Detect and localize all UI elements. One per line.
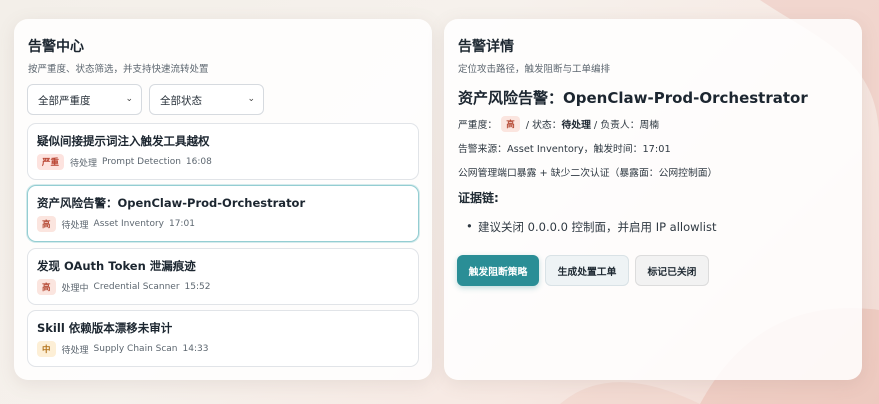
alert-source: Credential Scanner — [93, 282, 180, 292]
alert-status: 待处理 — [61, 345, 89, 356]
alert-detail-subtitle: 定位攻击路径，触发阻断与工单编排 — [458, 64, 611, 75]
severity-badge: 高 — [501, 116, 520, 132]
alert-time: 16:08 — [185, 157, 212, 167]
alert-meta: 高 处理中 Credential Scanner 15:52 — [37, 279, 210, 295]
alert-time: 17:01 — [168, 219, 195, 229]
alert-source-line: 告警来源：Asset Inventory，触发时间：17:01 — [458, 144, 671, 155]
alert-list-item[interactable]: Skill 依赖版本漂移未审计 中 待处理 Supply Chain Scan … — [27, 310, 419, 367]
evidence-title: 证据链: — [458, 191, 499, 205]
chevron-down-icon: ⌄ — [247, 94, 255, 104]
severity-badge: 严重 — [37, 154, 65, 170]
status-filter-value: 全部状态 — [160, 95, 202, 107]
alert-description: 公网管理端口暴露 + 缺少二次认证（暴露面：公网控制面） — [458, 168, 718, 179]
owner-value: 周楠 — [639, 120, 660, 131]
alert-title: 资产风险告警：OpenClaw-Prod-Orchestrator — [37, 196, 306, 210]
alert-center-panel: 告警中心 按严重度、状态筛选，并支持快速流转处置 全部严重度 ⌄ 全部状态 ⌄ … — [14, 19, 432, 380]
alert-center-title: 告警中心 — [28, 39, 84, 55]
alert-title: Skill 依赖版本漂移未审计 — [37, 321, 173, 335]
alert-meta: 中 待处理 Supply Chain Scan 14:33 — [37, 341, 208, 357]
severity-badge: 中 — [37, 341, 56, 357]
alert-detail-panel: 告警详情 定位攻击路径，触发阻断与工单编排 资产风险告警：OpenClaw-Pr… — [444, 19, 862, 380]
evidence-item: 建议关闭 0.0.0.0 控制面，并启用 IP allowlist — [466, 219, 716, 235]
alert-list-item-selected[interactable]: 资产风险告警：OpenClaw-Prod-Orchestrator 高 待处理 … — [27, 185, 419, 242]
status-filter-select[interactable]: 全部状态 ⌄ — [149, 84, 264, 115]
alert-source: Prompt Detection — [102, 157, 181, 167]
alert-status: 待处理 — [61, 220, 89, 231]
trigger-block-policy-button[interactable]: 触发阻断策略 — [457, 255, 539, 286]
alert-title: 发现 OAuth Token 泄漏痕迹 — [37, 259, 196, 273]
alert-source: Supply Chain Scan — [93, 344, 178, 354]
alert-detail-title: 告警详情 — [458, 39, 514, 55]
severity-filter-value: 全部严重度 — [38, 95, 91, 107]
severity-badge: 高 — [37, 216, 56, 232]
severity-label: 严重度： — [458, 120, 498, 131]
alert-time: 15:52 — [184, 282, 211, 292]
alert-source: Asset Inventory — [93, 219, 164, 229]
alert-meta: 高 待处理 Asset Inventory 17:01 — [37, 216, 195, 232]
severity-filter-select[interactable]: 全部严重度 ⌄ — [27, 84, 142, 115]
alert-list-item[interactable]: 发现 OAuth Token 泄漏痕迹 高 处理中 Credential Sca… — [27, 248, 419, 305]
generate-ticket-button[interactable]: 生成处置工单 — [545, 255, 629, 286]
status-value: 待处理 — [561, 120, 591, 131]
status-label: / 状态： — [525, 120, 562, 131]
mark-closed-button[interactable]: 标记已关闭 — [635, 255, 709, 286]
alert-status: 处理中 — [61, 283, 89, 294]
chevron-down-icon: ⌄ — [125, 94, 133, 104]
alert-time: 14:33 — [182, 344, 209, 354]
alert-title: 疑似间接提示词注入触发工具越权 — [37, 134, 210, 148]
alert-detail-attributes: 严重度： 高 / 状态： 待处理 / 负责人： 周楠 — [458, 116, 659, 132]
alert-list-item[interactable]: 疑似间接提示词注入触发工具越权 严重 待处理 Prompt Detection … — [27, 123, 419, 180]
alert-detail-heading: 资产风险告警：OpenClaw-Prod-Orchestrator — [458, 89, 808, 107]
severity-badge: 高 — [37, 279, 56, 295]
alert-meta: 严重 待处理 Prompt Detection 16:08 — [37, 154, 212, 170]
owner-label: / 负责人： — [593, 120, 640, 131]
alert-status: 待处理 — [70, 158, 98, 169]
alert-center-subtitle: 按严重度、状态筛选，并支持快速流转处置 — [28, 64, 209, 75]
